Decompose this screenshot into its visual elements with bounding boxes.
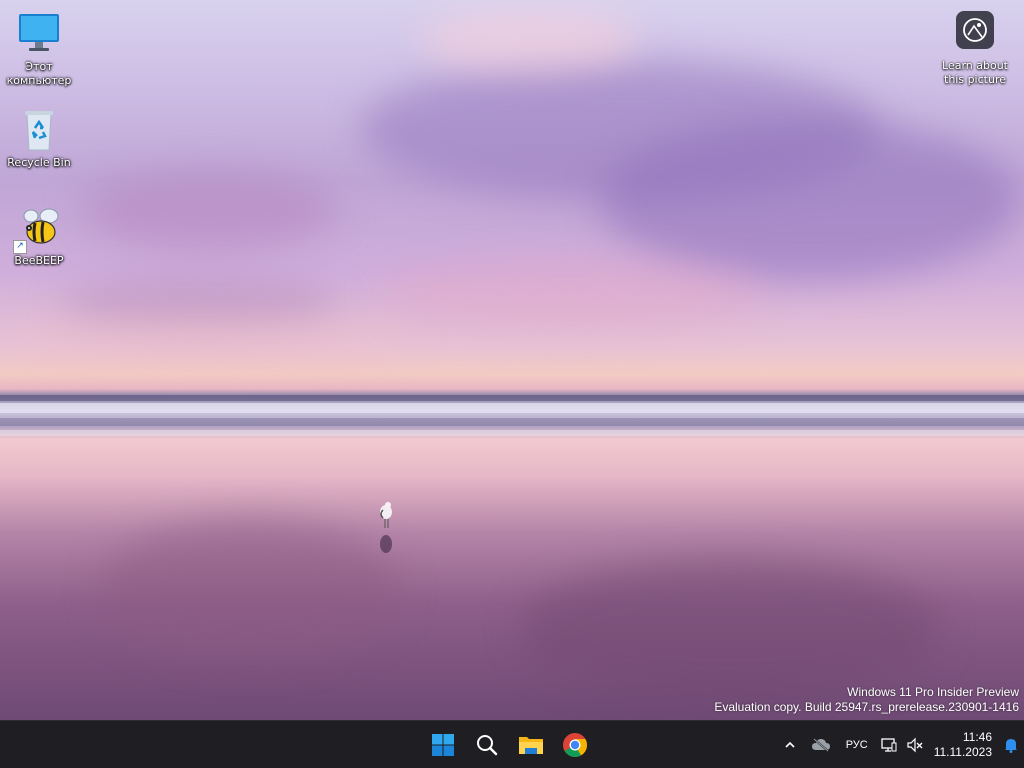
- watermark-line-edition: Windows 11 Pro Insider Preview: [847, 685, 1019, 699]
- recycle-bin-icon: [25, 111, 53, 151]
- bell-icon: [1005, 739, 1017, 753]
- desktop-icon-label: BeeBEEP: [14, 254, 64, 267]
- notifications-button[interactable]: [998, 725, 1024, 765]
- taskbar: РУС 11:46 11.11.2023: [0, 720, 1024, 768]
- volume-muted-icon: [907, 737, 923, 753]
- monitor-icon: [19, 14, 59, 51]
- input-language-indicator[interactable]: РУС: [838, 725, 876, 765]
- learn-about-picture[interactable]: Learn about this picture: [936, 11, 1014, 87]
- desktop-icon-this-pc[interactable]: Этот компьютер: [1, 10, 77, 88]
- seagull-figure: [380, 502, 392, 553]
- watermark-line-build: Evaluation copy. Build 25947.rs_prerelea…: [714, 700, 1019, 714]
- desktop-icon-beebeep[interactable]: ↗ BeeBEEP: [1, 204, 77, 268]
- learn-about-picture-label: Learn about this picture: [942, 59, 1008, 86]
- camera-icon: [963, 18, 987, 42]
- search-button[interactable]: [469, 725, 505, 765]
- network-button[interactable]: [876, 725, 902, 765]
- build-watermark: Windows 11 Pro Insider Preview Evaluatio…: [714, 685, 1019, 715]
- desktop-wallpaper[interactable]: [0, 0, 1024, 720]
- clock-time: 11:46: [962, 730, 992, 744]
- cloud-offline-icon: [811, 738, 830, 752]
- windows-logo-icon: [432, 734, 454, 756]
- shortcut-arrow-icon: ↗: [13, 240, 27, 254]
- start-button[interactable]: [425, 725, 461, 765]
- volume-button[interactable]: [902, 725, 928, 765]
- clock-date: 11.11.2023: [933, 745, 992, 759]
- taskbar-apps: [425, 721, 593, 768]
- chevron-up-icon: [785, 741, 795, 748]
- chrome-icon: [563, 733, 587, 758]
- desktop-screen: Этот компьютер Recycle Bin ↗ BeeBEEP Lea…: [0, 0, 1024, 768]
- clock[interactable]: 11:46 11.11.2023: [928, 725, 998, 765]
- system-tray: РУС 11:46 11.11.2023: [776, 721, 1024, 768]
- desktop-icon-recycle-bin[interactable]: Recycle Bin: [1, 106, 77, 170]
- chrome-button[interactable]: [557, 725, 593, 765]
- show-hidden-icons-button[interactable]: [776, 725, 804, 765]
- desktop-icon-label: Этот компьютер: [6, 60, 72, 87]
- desktop-icon-label: Recycle Bin: [7, 156, 71, 169]
- file-explorer-button[interactable]: [513, 725, 549, 765]
- learn-about-picture-button[interactable]: [956, 11, 994, 49]
- network-icon: [881, 738, 897, 752]
- search-icon: [477, 735, 498, 756]
- onedrive-button[interactable]: [804, 725, 838, 765]
- folder-icon: [519, 737, 543, 754]
